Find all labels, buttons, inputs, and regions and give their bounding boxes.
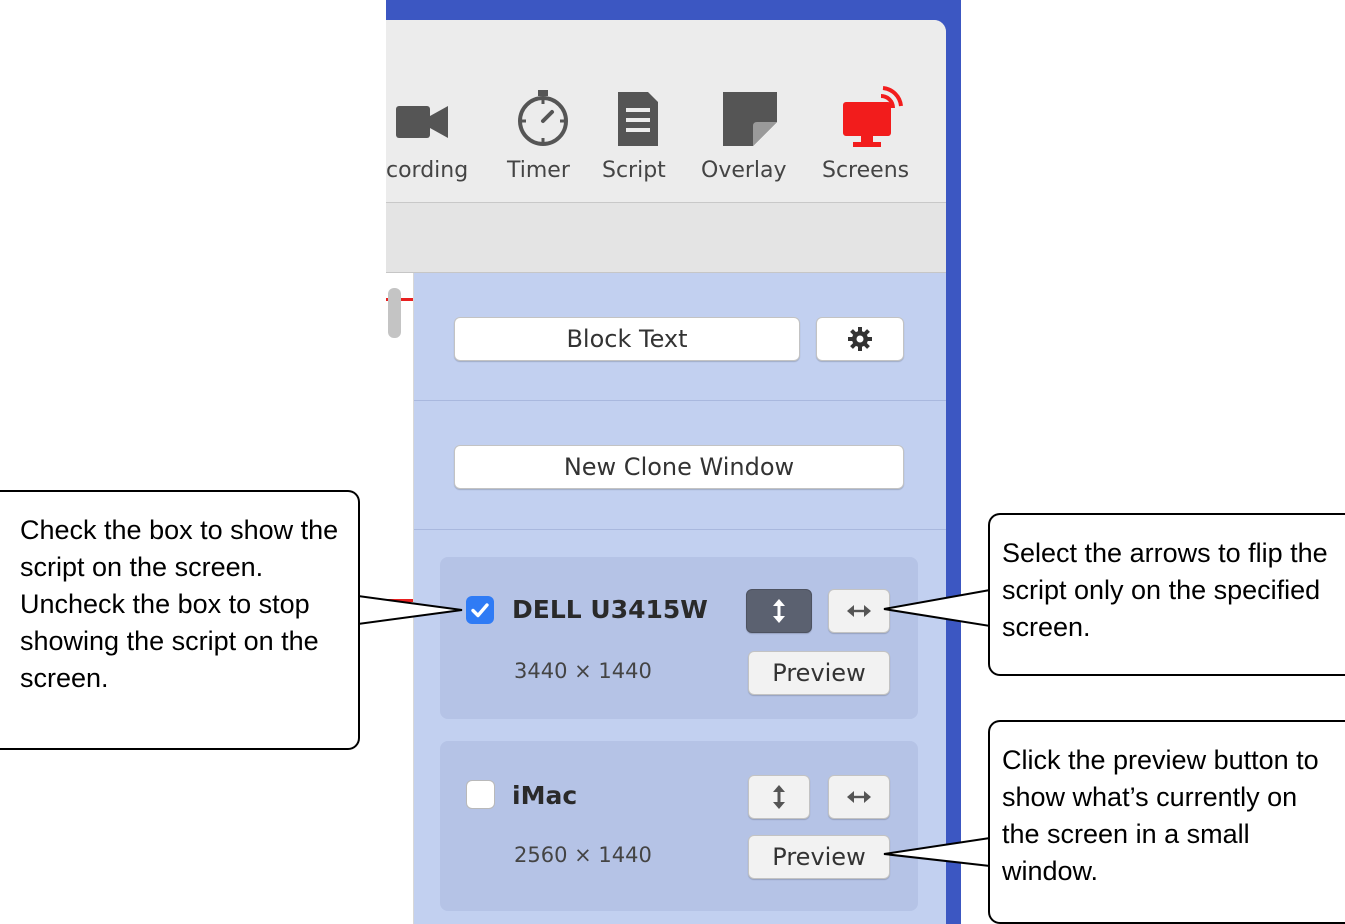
script-editor[interactable] [386, 273, 414, 924]
toolbar-item-recording[interactable]: cording [386, 20, 486, 202]
screen-name: DELL U3415W [512, 595, 708, 624]
screen-resolution: 3440 × 1440 [514, 659, 652, 683]
panel-divider [414, 529, 946, 530]
gear-icon [848, 327, 872, 351]
horizontal-arrows-icon [847, 605, 871, 617]
vertical-arrows-icon [773, 785, 785, 809]
vertical-arrows-icon [773, 599, 785, 623]
stopwatch-icon [518, 90, 568, 146]
flip-vertical-button[interactable] [746, 589, 812, 633]
toolbar-label-overlay: Overlay [701, 158, 787, 183]
toolbar-label-recording: cording [386, 158, 469, 183]
screen-resolution: 2560 × 1440 [514, 843, 652, 867]
screen-checkbox-imac[interactable] [466, 780, 495, 809]
toolbar-label-screens: Screens [822, 158, 910, 183]
settings-button[interactable] [816, 317, 904, 361]
flip-vertical-button[interactable] [748, 775, 810, 819]
screens-panel: Block Text New Clone Window DELL U3415W … [414, 273, 946, 924]
document-icon [618, 92, 658, 146]
screen-card-imac: iMac 2560 × 1440 Preview [440, 741, 918, 911]
flip-horizontal-button[interactable] [828, 775, 890, 819]
block-text-button[interactable]: Block Text [454, 317, 800, 361]
screen-checkbox-dell[interactable] [466, 596, 494, 624]
video-camera-icon [396, 106, 448, 138]
toolbar-item-screens[interactable]: Screens [816, 20, 926, 202]
marker-line [386, 599, 413, 602]
overlay-icon [723, 92, 777, 146]
toolbar-label-timer: Timer [507, 158, 570, 183]
screen-name: iMac [512, 781, 578, 810]
editor-scrollbar[interactable] [388, 288, 401, 338]
preview-button-dell[interactable]: Preview [748, 651, 890, 695]
panel-divider [414, 400, 946, 401]
app-window: cording Timer Script Overlay Screens Blo… [386, 20, 946, 924]
secondary-toolbar [386, 203, 946, 273]
screen-card-dell: DELL U3415W 3440 × 1440 Preview [440, 557, 918, 719]
horizontal-arrows-icon [847, 791, 871, 803]
toolbar-item-overlay[interactable]: Overlay [698, 20, 798, 202]
checkmark-icon [471, 603, 489, 618]
preview-button-imac[interactable]: Preview [748, 835, 890, 879]
toolbar-item-timer[interactable]: Timer [504, 20, 582, 202]
callout-preview: Click the preview button to show what’s … [988, 720, 1345, 924]
callout-arrows: Select the arrows to flip the script onl… [988, 513, 1345, 676]
toolbar-label-script: Script [602, 158, 666, 183]
screens-broadcast-icon [843, 86, 903, 147]
flip-horizontal-button[interactable] [828, 589, 890, 633]
toolbar-item-script[interactable]: Script [598, 20, 678, 202]
callout-checkbox: Check the box to show the script on the … [0, 490, 360, 750]
new-clone-window-button[interactable]: New Clone Window [454, 445, 904, 489]
toolbar: cording Timer Script Overlay Screens [386, 20, 946, 203]
